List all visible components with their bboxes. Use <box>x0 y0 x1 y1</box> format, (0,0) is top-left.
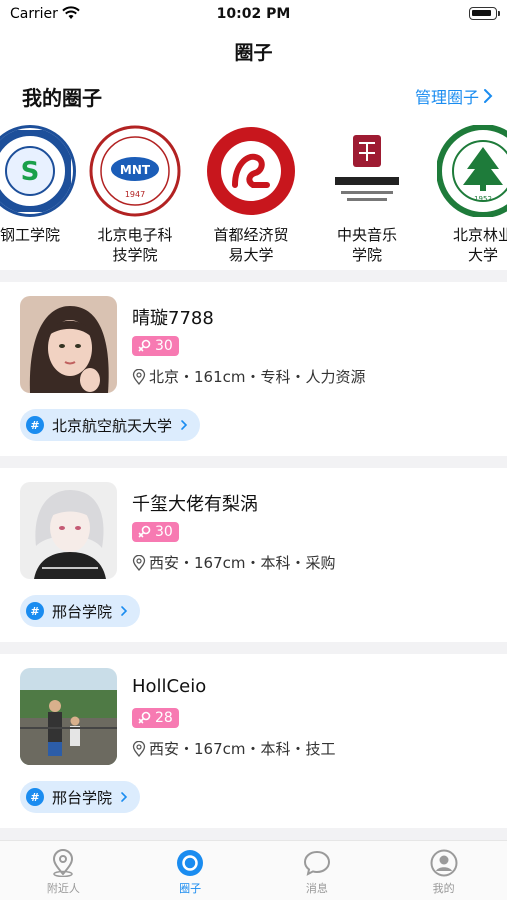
user-info-text: 西安・167cm・本科・采购 <box>149 554 336 572</box>
user-card[interactable]: HollCeio 28 西安・167cm・本科・技工 # 邢台学院 <box>0 654 507 827</box>
user-info: 西安・167cm・本科・技工 <box>132 738 336 759</box>
female-icon <box>138 525 151 538</box>
avatar[interactable] <box>20 482 117 579</box>
user-card[interactable]: 晴璇7788 30 北京・161cm・专科・人力资源 # 北京航空航天大学 <box>0 282 507 455</box>
circle-name: 首都经济贸 易大学 <box>213 226 289 264</box>
location-pin-icon <box>53 849 74 877</box>
svg-text:1947: 1947 <box>125 190 145 199</box>
circle-name: 钢工学院 <box>0 226 60 244</box>
university-logo-icon <box>321 125 413 217</box>
hashtag-icon: # <box>26 788 44 806</box>
school-name: 邢台学院 <box>52 788 113 807</box>
circle-item[interactable]: MNT 1947 北京电子科 技学院 <box>80 120 190 265</box>
tab-circles[interactable]: 圈子 <box>127 841 254 900</box>
user-name: 晴璇7788 <box>132 308 214 329</box>
university-logo-icon: MNT 1947 <box>89 125 181 217</box>
manage-circles-link[interactable]: 管理圈子 <box>415 84 493 108</box>
chevron-right-icon <box>121 606 128 616</box>
tab-label: 我的 <box>432 882 455 895</box>
age-badge: 30 <box>132 336 179 356</box>
circle-item[interactable]: 1952 北京林业 大学 <box>428 120 507 265</box>
svg-text:S: S <box>21 157 40 187</box>
school-name: 邢台学院 <box>52 602 113 621</box>
location-icon <box>132 740 146 757</box>
university-logo-icon: S <box>0 125 76 217</box>
age-value: 28 <box>155 710 173 726</box>
battery-icon <box>469 7 500 20</box>
status-bar: Carrier 10:02 PM <box>0 0 507 30</box>
svg-text:1952: 1952 <box>474 195 492 203</box>
circle-name: 北京林业 大学 <box>452 226 507 264</box>
school-name: 北京航空航天大学 <box>52 416 173 435</box>
circle-item[interactable]: S 钢工学院 <box>0 120 85 245</box>
user-icon <box>430 849 458 877</box>
age-value: 30 <box>155 338 173 354</box>
female-icon <box>138 339 151 352</box>
my-circles-title: 我的圈子 <box>22 86 102 110</box>
status-time: 10:02 PM <box>216 6 291 22</box>
location-icon <box>132 368 146 385</box>
page-title: 圈子 <box>234 42 273 64</box>
chevron-right-icon <box>484 89 493 103</box>
chevron-right-icon <box>121 792 128 802</box>
circle-name: 北京电子科 技学院 <box>97 226 173 264</box>
section-divider <box>0 456 507 468</box>
manage-circles-label: 管理圈子 <box>414 88 479 107</box>
university-logo-icon <box>205 125 297 217</box>
tab-bar: 附近人 圈子 消息 我的 <box>0 840 507 900</box>
user-info-text: 北京・161cm・专科・人力资源 <box>149 368 366 386</box>
age-badge: 30 <box>132 522 179 542</box>
female-icon <box>138 711 151 724</box>
circle-item[interactable]: 中央音乐 学院 <box>312 120 422 265</box>
location-icon <box>132 554 146 571</box>
hashtag-icon: # <box>26 416 44 434</box>
age-badge: 28 <box>132 708 179 728</box>
tab-messages[interactable]: 消息 <box>254 841 381 900</box>
section-divider <box>0 270 507 282</box>
tab-label: 附近人 <box>46 882 80 895</box>
user-name: 千玺大佬有梨涡 <box>132 494 258 515</box>
user-info: 北京・161cm・专科・人力资源 <box>132 366 366 387</box>
school-tag[interactable]: # 邢台学院 <box>20 595 141 627</box>
section-divider <box>0 642 507 654</box>
circle-name: 中央音乐 学院 <box>336 226 397 264</box>
hashtag-icon: # <box>26 602 44 620</box>
tab-label: 消息 <box>305 882 328 895</box>
user-name: HollCeio <box>132 676 207 697</box>
school-tag[interactable]: # 北京航空航天大学 <box>20 409 201 441</box>
chevron-right-icon <box>181 420 188 430</box>
svg-text:MNT: MNT <box>120 163 151 177</box>
user-info: 西安・167cm・本科・采购 <box>132 552 336 573</box>
circles-carousel[interactable]: S 钢工学院 MNT 1947 北京电子科 技学院 首都经济贸 易大学 中央音乐… <box>0 120 507 268</box>
avatar[interactable] <box>20 668 117 765</box>
user-info-text: 西安・167cm・本科・技工 <box>149 740 336 758</box>
age-value: 30 <box>155 524 173 540</box>
tab-nearby[interactable]: 附近人 <box>0 841 127 900</box>
school-tag[interactable]: # 邢台学院 <box>20 781 141 813</box>
tab-profile[interactable]: 我的 <box>380 841 507 900</box>
avatar[interactable] <box>20 296 117 393</box>
university-logo-icon: 1952 <box>437 125 507 217</box>
user-card[interactable]: 千玺大佬有梨涡 30 西安・167cm・本科・采购 # 邢台学院 <box>0 468 507 641</box>
section-divider <box>0 828 507 840</box>
circle-item[interactable]: 首都经济贸 易大学 <box>196 120 306 265</box>
circle-icon <box>177 850 204 876</box>
chat-bubble-icon <box>303 850 330 876</box>
tab-label: 圈子 <box>179 882 202 895</box>
